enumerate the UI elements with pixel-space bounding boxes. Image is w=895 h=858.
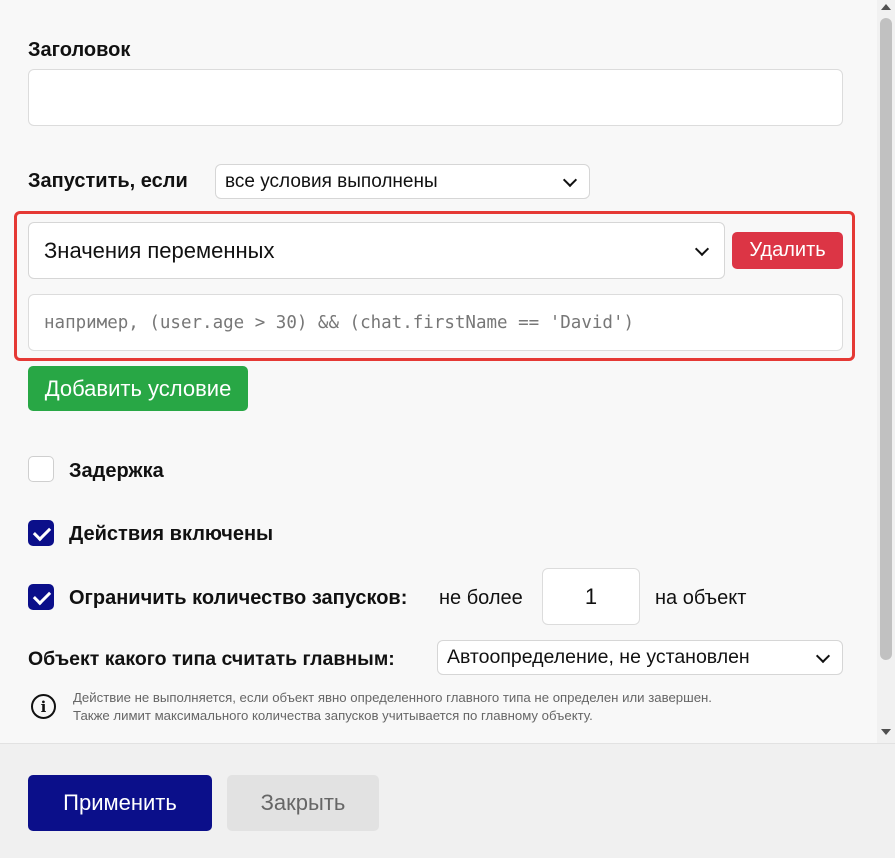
run-if-select-value: все условия выполнены (225, 170, 438, 192)
scroll-down-arrow-icon[interactable] (881, 729, 891, 735)
limit-runs-label: Ограничить количество запусков: (69, 587, 408, 609)
run-if-select[interactable]: все условия выполнены (215, 164, 590, 199)
main-object-label: Объект какого типа считать главным: (28, 648, 395, 670)
apply-button[interactable]: Применить (28, 775, 212, 831)
info-text: Действие не выполняется, если объект явн… (73, 689, 712, 725)
info-text-line-2: Также лимит максимального количества зап… (73, 708, 593, 723)
title-input[interactable] (28, 69, 843, 126)
condition-type-select[interactable]: Значения переменных (28, 222, 725, 279)
limit-runs-prefix: не более (439, 587, 523, 609)
info-icon: i (31, 694, 56, 719)
info-text-line-1: Действие не выполняется, если объект явн… (73, 690, 712, 705)
close-button[interactable]: Закрыть (227, 775, 379, 831)
chevron-down-icon (563, 175, 577, 189)
dialog-content: Заголовок Запустить, если все условия вы… (0, 0, 877, 743)
chevron-down-icon (816, 651, 830, 665)
main-object-select[interactable]: Автоопределение, не установлен (437, 640, 843, 675)
delete-condition-button[interactable]: Удалить (732, 232, 843, 269)
actions-enabled-checkbox[interactable] (28, 520, 54, 546)
condition-expression-placeholder: например, (user.age > 30) && (chat.first… (44, 312, 635, 333)
limit-runs-value: 1 (584, 583, 598, 609)
dialog-footer: Применить Закрыть (0, 743, 895, 858)
condition-expression-input[interactable]: например, (user.age > 30) && (chat.first… (28, 294, 843, 351)
title-label: Заголовок (28, 39, 131, 61)
actions-enabled-label: Действия включены (69, 523, 274, 545)
main-object-select-value: Автоопределение, не установлен (447, 646, 750, 668)
limit-runs-input[interactable]: 1 (542, 568, 640, 625)
scroll-up-arrow-icon[interactable] (881, 4, 891, 10)
chevron-down-icon (695, 244, 709, 258)
condition-type-value: Значения переменных (44, 237, 275, 263)
delay-checkbox[interactable] (28, 456, 54, 482)
run-if-label: Запустить, если (28, 170, 188, 192)
limit-runs-checkbox[interactable] (28, 584, 54, 610)
delay-label: Задержка (69, 460, 164, 482)
limit-runs-suffix: на объект (655, 587, 747, 609)
scrollbar-thumb[interactable] (880, 18, 892, 660)
add-condition-button[interactable]: Добавить условие (28, 366, 248, 411)
